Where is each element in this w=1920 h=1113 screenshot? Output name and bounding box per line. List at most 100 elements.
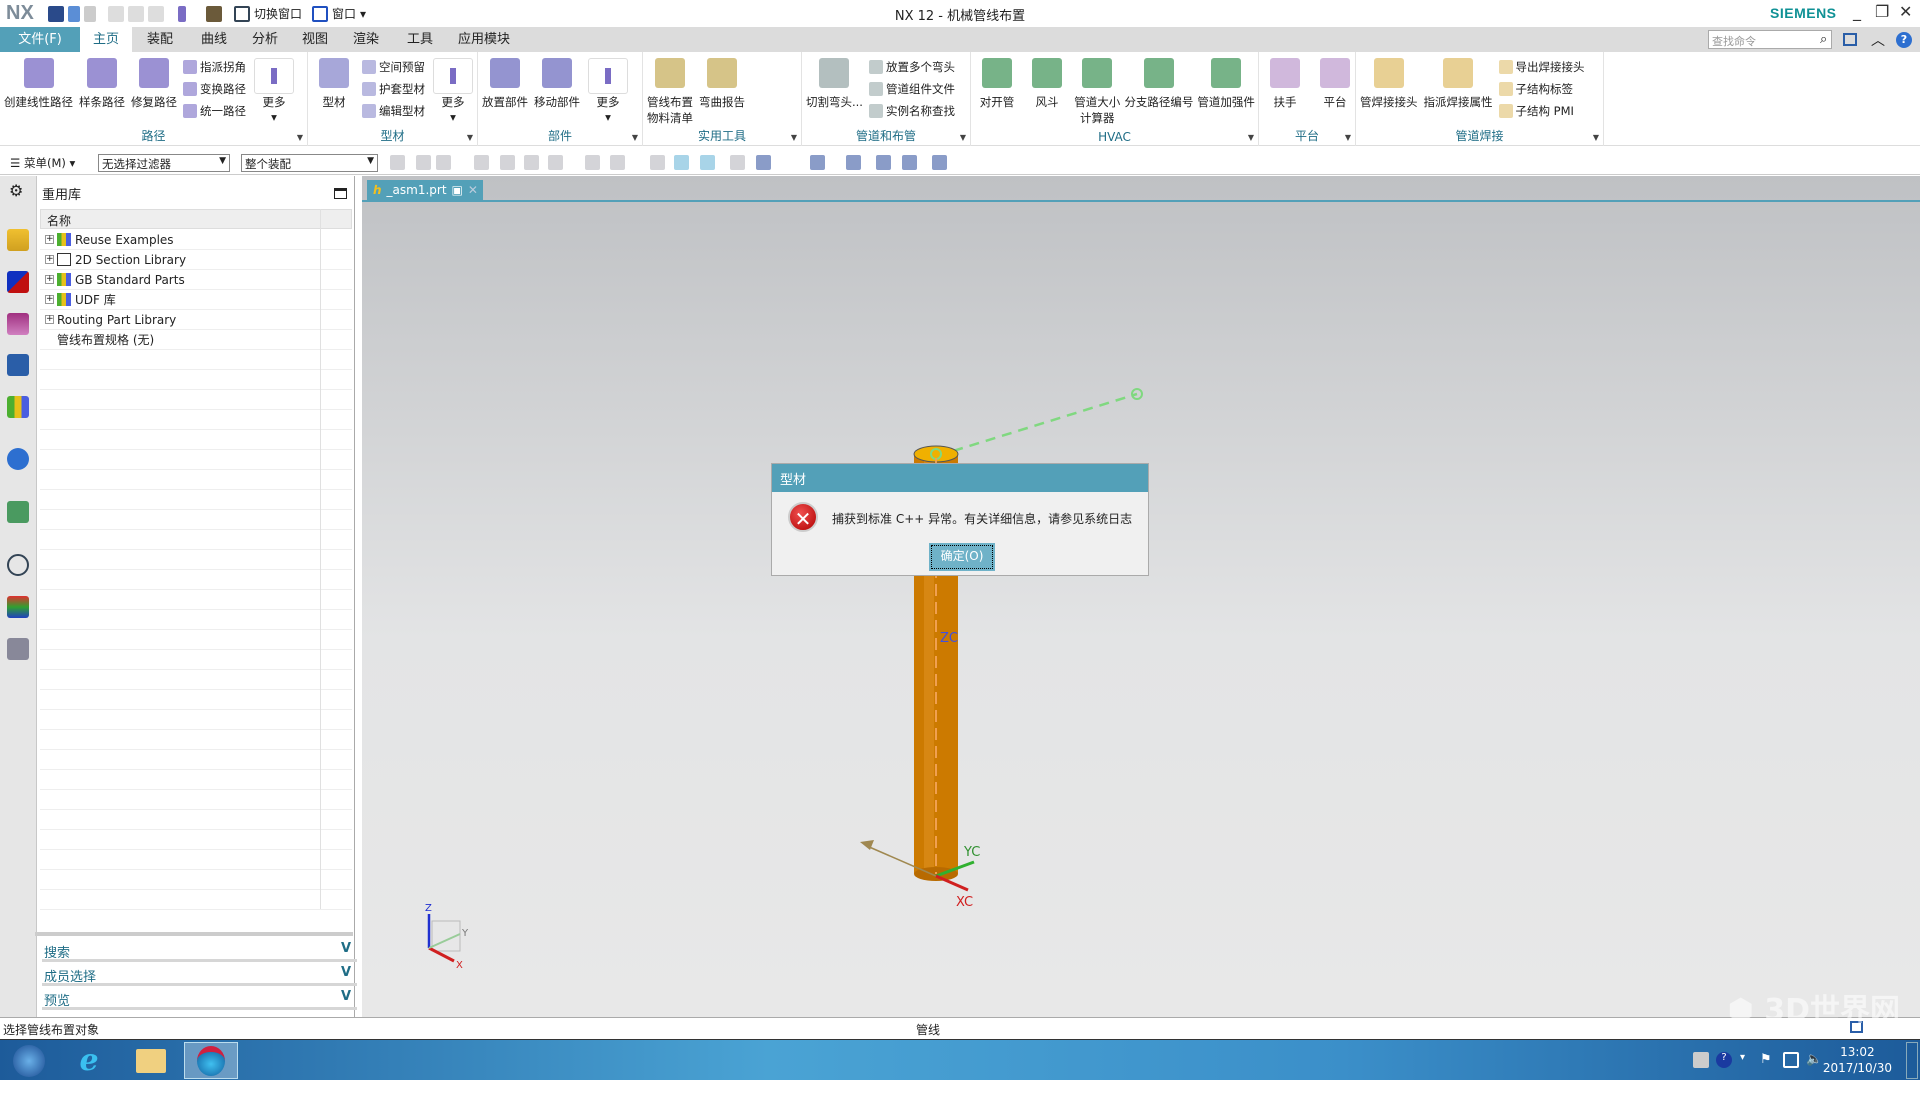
- ribbon-button[interactable]: 修复路径: [131, 58, 177, 124]
- toolbar-tool-icon[interactable]: [846, 155, 861, 170]
- minimize-button[interactable]: _: [1853, 2, 1861, 21]
- help-icon[interactable]: ?: [1896, 32, 1912, 48]
- part-navigator-icon[interactable]: [7, 313, 29, 335]
- toolbar-tool-icon[interactable]: [730, 155, 745, 170]
- roles-icon[interactable]: [7, 638, 29, 660]
- ribbon-button[interactable]: 移动部件: [534, 58, 580, 124]
- system-clock[interactable]: 13:02 2017/10/30: [1823, 1044, 1892, 1076]
- toolbar-tool-icon[interactable]: [474, 155, 489, 170]
- tab-6[interactable]: 渲染: [340, 27, 392, 52]
- ribbon-button[interactable]: 扶手: [1263, 58, 1307, 110]
- collapse-ribbon-icon[interactable]: ︿: [1871, 30, 1885, 50]
- toolbar-tool-icon[interactable]: [524, 155, 539, 170]
- expand-icon[interactable]: +: [45, 235, 54, 244]
- ribbon-small-button[interactable]: 放置多个弯头: [868, 58, 955, 76]
- assembly-navigator-icon[interactable]: [7, 229, 29, 251]
- toolbar-tool-icon[interactable]: [610, 155, 625, 170]
- action-center-flag-icon[interactable]: ⚑: [1760, 1052, 1776, 1068]
- reuse-library-icon[interactable]: [7, 396, 29, 418]
- group-options-icon[interactable]: ▼: [960, 133, 966, 142]
- show-desktop-button[interactable]: [1906, 1042, 1918, 1079]
- file-menu-button[interactable]: 文件(F): [0, 27, 80, 52]
- ribbon-button[interactable]: 管焊接接头: [1360, 58, 1418, 120]
- toolbar-tool-icon[interactable]: [548, 155, 563, 170]
- tab-2[interactable]: 装配: [132, 27, 188, 52]
- toolbar-tool-icon[interactable]: [585, 155, 600, 170]
- panel-section-0[interactable]: 搜索 V: [42, 940, 357, 962]
- settings-gear-icon[interactable]: ⚙: [9, 181, 23, 200]
- toolbar-tool-icon[interactable]: [876, 155, 891, 170]
- command-search-input[interactable]: 查找命令: [1708, 30, 1832, 49]
- ribbon-small-button[interactable]: 管道组件文件: [868, 80, 955, 98]
- tree-item[interactable]: + UDF 库: [40, 290, 352, 310]
- restore-button[interactable]: ❐: [1875, 2, 1889, 21]
- group-options-icon[interactable]: ▼: [791, 133, 797, 142]
- ribbon-small-button[interactable]: 变换路径: [183, 80, 246, 98]
- ribbon-button[interactable]: 指派焊接属性: [1424, 58, 1493, 120]
- full-screen-icon[interactable]: [1843, 33, 1857, 46]
- ribbon-button[interactable]: 创建线性路径: [4, 58, 73, 124]
- ribbon-small-button[interactable]: 指派拐角: [183, 58, 246, 76]
- panel-section-1[interactable]: 成员选择 V: [42, 964, 357, 986]
- ribbon-small-button[interactable]: 子结构 PMI: [1498, 102, 1585, 120]
- network-icon[interactable]: [1783, 1052, 1799, 1068]
- ribbon-button[interactable]: 管道大小 计算器: [1074, 58, 1120, 126]
- ok-button[interactable]: 确定(O): [929, 543, 995, 571]
- ribbon-button[interactable]: 样条路径: [79, 58, 125, 124]
- tree-item[interactable]: +2D Section Library: [40, 250, 352, 270]
- expand-icon[interactable]: +: [45, 255, 54, 264]
- toolbar-tool-icon[interactable]: [902, 155, 917, 170]
- ribbon-small-button[interactable]: 编辑型材: [362, 102, 425, 120]
- column-header-name[interactable]: 名称: [40, 209, 352, 229]
- more-gallery-button[interactable]: 更多 ▾: [431, 58, 475, 124]
- show-hidden-icons[interactable]: ▾: [1740, 1052, 1756, 1068]
- toolbar-tool-icon[interactable]: [390, 155, 405, 170]
- tab-8[interactable]: 应用模块: [448, 27, 520, 52]
- ribbon-small-button[interactable]: 空间预留: [362, 58, 425, 76]
- ribbon-button[interactable]: 平台: [1313, 58, 1357, 110]
- close-button[interactable]: ✕: [1899, 2, 1912, 21]
- tab-7[interactable]: 工具: [392, 27, 448, 52]
- group-options-icon[interactable]: ▼: [1593, 133, 1599, 142]
- group-options-icon[interactable]: ▼: [467, 133, 473, 142]
- toolbar-tool-icon[interactable]: [700, 155, 715, 170]
- expand-icon[interactable]: +: [45, 275, 54, 284]
- routing-navigator-icon[interactable]: [7, 354, 29, 376]
- ribbon-button[interactable]: 管线布置 物料清单: [647, 58, 693, 126]
- ribbon-button[interactable]: 放置部件: [482, 58, 528, 124]
- constraint-navigator-icon[interactable]: [7, 271, 29, 293]
- start-button[interactable]: [2, 1042, 56, 1079]
- tab-5[interactable]: 视图: [290, 27, 340, 52]
- ribbon-button[interactable]: 对开管: [975, 58, 1019, 126]
- toolbar-tool-icon[interactable]: [650, 155, 665, 170]
- tab-4[interactable]: 分析: [240, 27, 290, 52]
- ribbon-small-button[interactable]: 护套型材: [362, 80, 425, 98]
- ribbon-small-button[interactable]: 实例名称查找: [868, 102, 955, 120]
- group-options-icon[interactable]: ▼: [1345, 133, 1351, 142]
- toolbar-tool-icon[interactable]: [756, 155, 771, 170]
- selection-filter-dropdown[interactable]: 无选择过滤器 ▼: [98, 154, 230, 172]
- info-icon[interactable]: [7, 448, 29, 470]
- toolbar-tool-icon[interactable]: [416, 155, 431, 170]
- palette-icon[interactable]: [7, 596, 29, 618]
- toolbar-tool-icon[interactable]: [436, 155, 451, 170]
- panel-splitter[interactable]: [35, 932, 353, 936]
- panel-section-2[interactable]: 预览 V: [42, 988, 357, 1010]
- ribbon-small-button[interactable]: 子结构标签: [1498, 80, 1585, 98]
- taskbar-nx[interactable]: [184, 1042, 238, 1079]
- toolbar-tool-icon[interactable]: [932, 155, 947, 170]
- toolbar-tool-icon[interactable]: [810, 155, 825, 170]
- ribbon-button[interactable]: 型材: [312, 58, 356, 124]
- selection-scope-dropdown[interactable]: 整个装配 ▼: [241, 154, 378, 172]
- keyboard-icon[interactable]: [1693, 1052, 1709, 1068]
- tab-1[interactable]: 主页: [80, 27, 132, 52]
- search-icon[interactable]: ⌕: [1820, 32, 1827, 47]
- tree-item[interactable]: + Reuse Examples: [40, 230, 352, 250]
- expand-icon[interactable]: +: [45, 295, 54, 304]
- toolbar-tool-icon[interactable]: [674, 155, 689, 170]
- taskbar-internet-explorer[interactable]: e: [62, 1042, 116, 1079]
- toolbar-tool-icon[interactable]: [500, 155, 515, 170]
- ribbon-button[interactable]: 分支路径编号: [1124, 58, 1193, 126]
- tree-item[interactable]: + Routing Part Library: [40, 310, 352, 330]
- dialog-title[interactable]: 型材: [772, 464, 1148, 492]
